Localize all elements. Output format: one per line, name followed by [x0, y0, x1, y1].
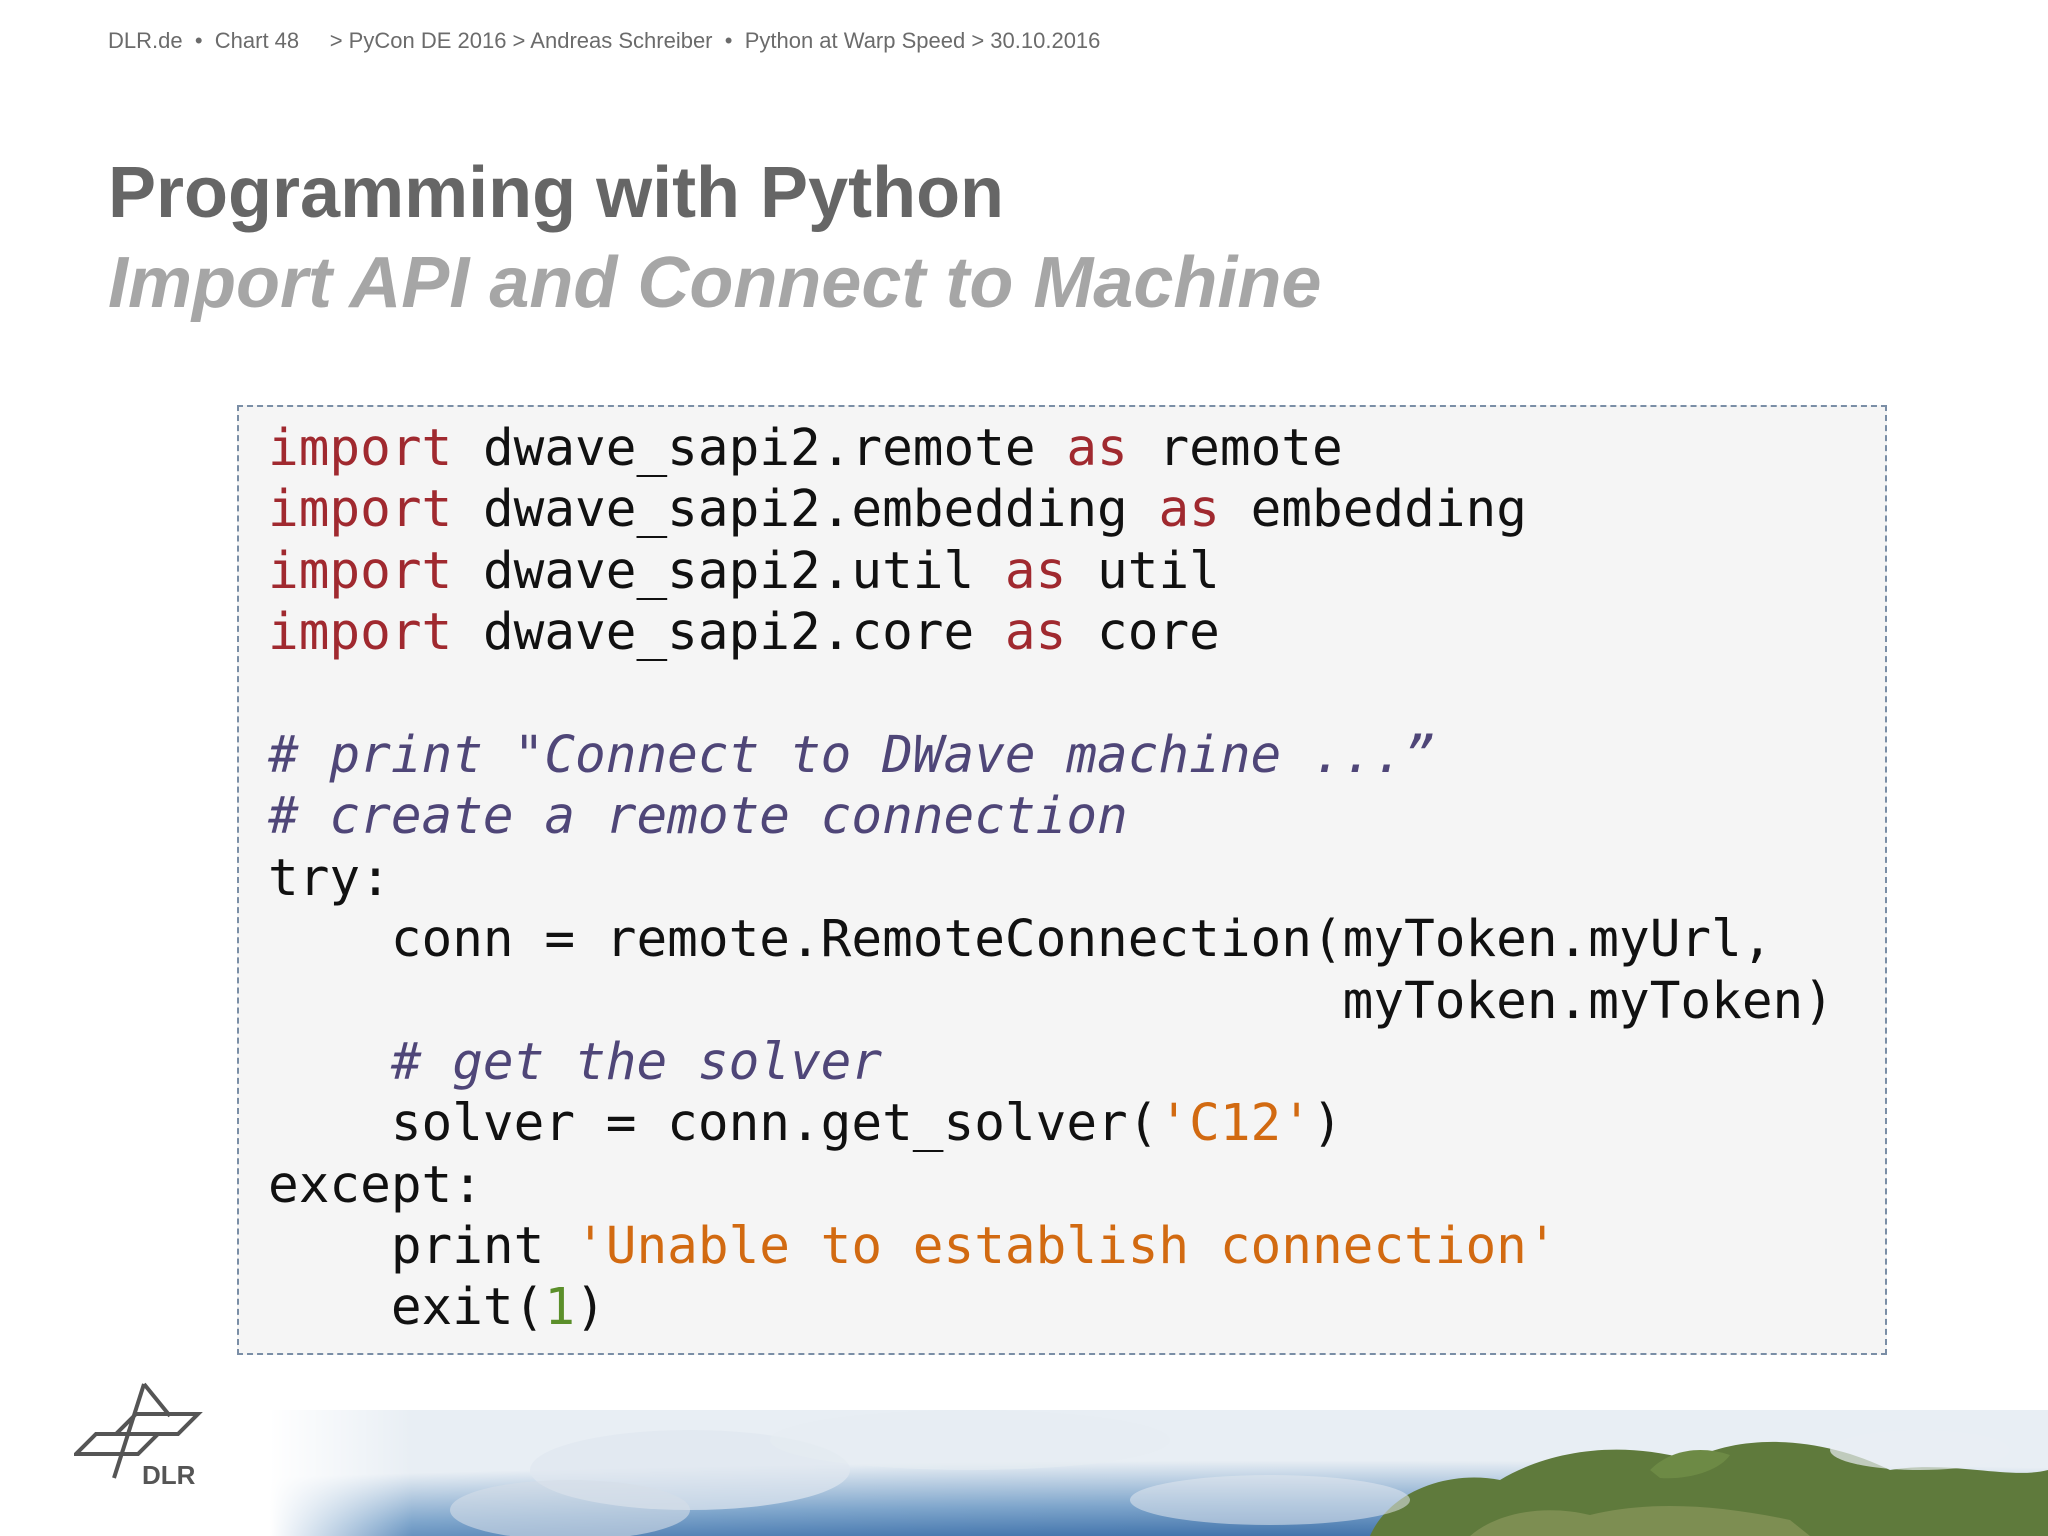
- code-string: 'Unable to establish connection': [575, 1217, 1558, 1277]
- code-text: util: [1066, 541, 1220, 601]
- code-keyword: import: [268, 419, 453, 478]
- code-string: 'C12': [1158, 1094, 1312, 1154]
- code-comment: # get the solver: [268, 1032, 883, 1092]
- slide-title: Programming with Python: [108, 153, 1005, 233]
- logo-text: DLR: [142, 1460, 196, 1488]
- code-line: except:: [268, 1155, 1834, 1216]
- code-text: dwave_sapi2.util: [452, 541, 1005, 601]
- code-text: myToken.myToken): [268, 971, 1834, 1031]
- code-keyword: import: [268, 603, 453, 663]
- earth-image: [270, 1410, 2048, 1536]
- code-line: import dwave_sapi2.util as util: [268, 541, 1834, 602]
- code-line: import dwave_sapi2.remote as remote: [268, 418, 1834, 479]
- code-text: print: [268, 1217, 576, 1277]
- code-text: except:: [268, 1155, 483, 1215]
- header-talk-date: Python at Warp Speed > 30.10.2016: [744, 28, 1101, 53]
- code-line: myToken.myToken): [268, 971, 1834, 1032]
- code-text: exit(: [268, 1278, 545, 1338]
- code-text: try:: [268, 848, 391, 908]
- code-listing: import dwave_sapi2.remote as remote impor…: [268, 418, 1834, 1339]
- code-line: # get the solver: [268, 1032, 1834, 1093]
- code-keyword: as: [1066, 419, 1128, 478]
- code-line: print 'Unable to establish connection': [268, 1216, 1834, 1277]
- code-comment: # print "Connect to DWave machine ...”: [268, 725, 1435, 785]
- slide-subtitle: Import API and Connect to Machine: [108, 243, 1322, 323]
- header-bullet: •: [194, 28, 203, 53]
- code-text: core: [1066, 603, 1220, 663]
- code-keyword: as: [1004, 541, 1067, 601]
- header-breadcrumb: > PyCon DE 2016 > Andreas Schreiber: [329, 28, 713, 53]
- code-keyword: as: [1004, 603, 1067, 663]
- code-text: conn = remote.RemoteConnection(myToken.m…: [268, 910, 1773, 970]
- code-line: import dwave_sapi2.core as core: [268, 602, 1834, 663]
- code-text: dwave_sapi2.core: [452, 603, 1005, 663]
- code-text: solver = conn.get_solver(: [268, 1094, 1159, 1154]
- header-bullet: •: [724, 28, 733, 53]
- dlr-logo-icon: DLR: [74, 1382, 203, 1488]
- code-text: remote: [1127, 419, 1343, 478]
- code-line: import dwave_sapi2.embedding as embeddin…: [268, 479, 1834, 540]
- code-keyword: import: [268, 480, 453, 540]
- code-keyword: import: [268, 541, 453, 601]
- header-chart-number: Chart 48: [214, 28, 300, 53]
- code-line: solver = conn.get_solver('C12'): [268, 1093, 1834, 1154]
- code-line: # create a remote connection: [268, 786, 1834, 847]
- code-comment: # create a remote connection: [268, 787, 1128, 847]
- code-text: ): [575, 1278, 606, 1338]
- code-line: try:: [268, 848, 1834, 909]
- code-keyword: as: [1158, 480, 1220, 540]
- code-text: dwave_sapi2.remote: [452, 419, 1067, 478]
- code-line: exit(1): [268, 1277, 1834, 1338]
- code-text: embedding: [1219, 480, 1527, 540]
- code-number: 1: [544, 1278, 576, 1338]
- code-line: conn = remote.RemoteConnection(myToken.m…: [268, 909, 1834, 970]
- slide-header: DLR.de • Chart 48 > PyCon DE 2016 > Andr…: [108, 28, 1100, 54]
- header-site: DLR.de: [108, 28, 183, 53]
- code-text: dwave_sapi2.embedding: [452, 480, 1159, 540]
- code-line: # print "Connect to DWave machine ...”: [268, 725, 1834, 786]
- code-text: ): [1311, 1094, 1343, 1154]
